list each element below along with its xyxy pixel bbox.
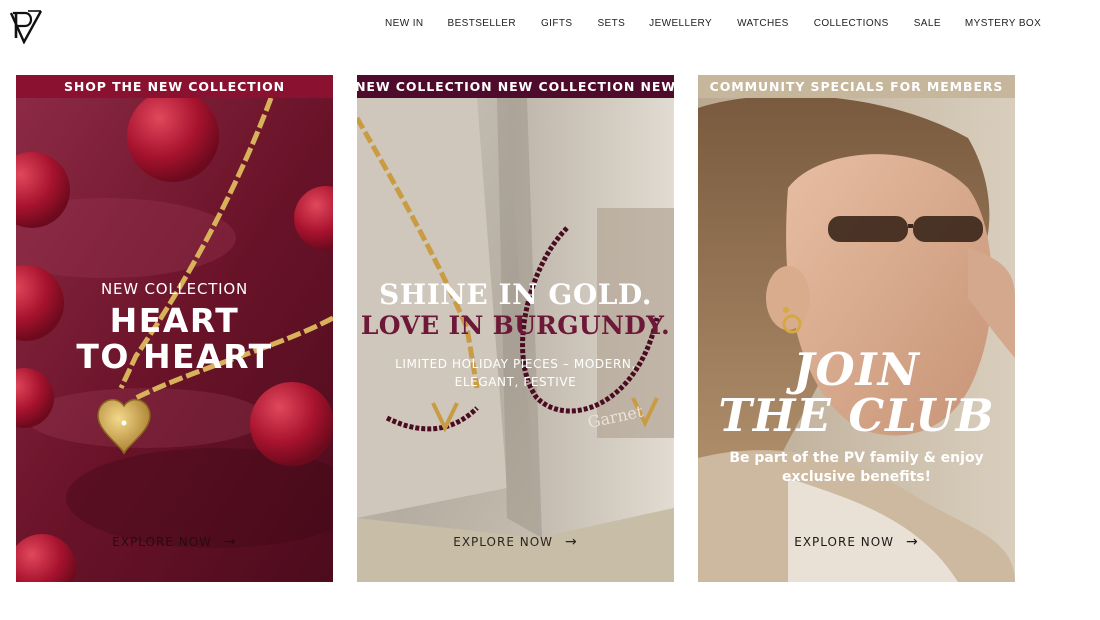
explore-now-link[interactable]: EXPLORE NOW → (16, 534, 333, 550)
explore-now-label: EXPLORE NOW (112, 535, 213, 549)
card-headline: JOIN THE CLUB (718, 343, 995, 442)
card-description: LIMITED HOLIDAY PIECES – MODERN, ELEGANT… (395, 357, 636, 389)
site-header: NEW IN BESTSELLER GIFTS SETS JEWELLERY W… (0, 0, 1100, 60)
card-kicker: NEW COLLECTION (100, 280, 249, 298)
nav-item-watches[interactable]: WATCHES (737, 18, 789, 32)
nav-item-gifts[interactable]: GIFTS (541, 18, 572, 32)
explore-now-link[interactable]: EXPLORE NOW → (698, 534, 1015, 550)
nav-item-mystery-box[interactable]: MYSTERY BOX (965, 18, 1041, 32)
nav-item-collections[interactable]: COLLECTIONS (814, 18, 889, 32)
arrow-right-icon: → (565, 534, 578, 550)
woman-sunglasses-image (698, 98, 1015, 582)
pv-logo[interactable] (8, 8, 44, 45)
card-subheadline: LOVE IN BURGUNDY. (360, 311, 671, 340)
nav-item-sets[interactable]: SETS (597, 18, 625, 32)
card-headline: SHINE IN GOLD. (379, 278, 652, 311)
main-nav: NEW IN BESTSELLER GIFTS SETS JEWELLERY W… (372, 18, 1041, 32)
explore-now-label: EXPLORE NOW (453, 535, 554, 549)
nav-item-jewellery[interactable]: JEWELLERY (649, 18, 712, 32)
card-banner[interactable]: SHOP THE NEW COLLECTION (16, 75, 333, 98)
nav-item-new-in[interactable]: NEW IN (385, 18, 424, 32)
promo-card-heart-to-heart[interactable]: SHOP THE NEW COLLECTION NEW COLLECTION H… (16, 75, 333, 582)
card-banner[interactable]: COMMUNITY SPECIALS FOR MEMBERS (698, 75, 1015, 98)
card-banner[interactable]: NEW COLLECTION NEW COLLECTION NEW (357, 75, 674, 98)
arrow-right-icon: → (224, 534, 237, 550)
promo-card-shine-in-gold[interactable]: NEW COLLECTION NEW COLLECTION NEW Garnet… (357, 75, 674, 582)
arrow-right-icon: → (906, 534, 919, 550)
card-description: Be part of the PV family & enjoy exclusi… (729, 450, 984, 485)
promo-card-join-the-club[interactable]: COMMUNITY SPECIALS FOR MEMBERS JOIN THE … (698, 75, 1015, 582)
gold-jewellery-magazine-image: Garnet (357, 98, 674, 582)
nav-item-sale[interactable]: SALE (914, 18, 941, 32)
explore-now-label: EXPLORE NOW (794, 535, 895, 549)
explore-now-link[interactable]: EXPLORE NOW → (357, 534, 674, 550)
nav-item-bestseller[interactable]: BESTSELLER (448, 18, 516, 32)
card-headline: HEART TO HEART (76, 301, 273, 376)
